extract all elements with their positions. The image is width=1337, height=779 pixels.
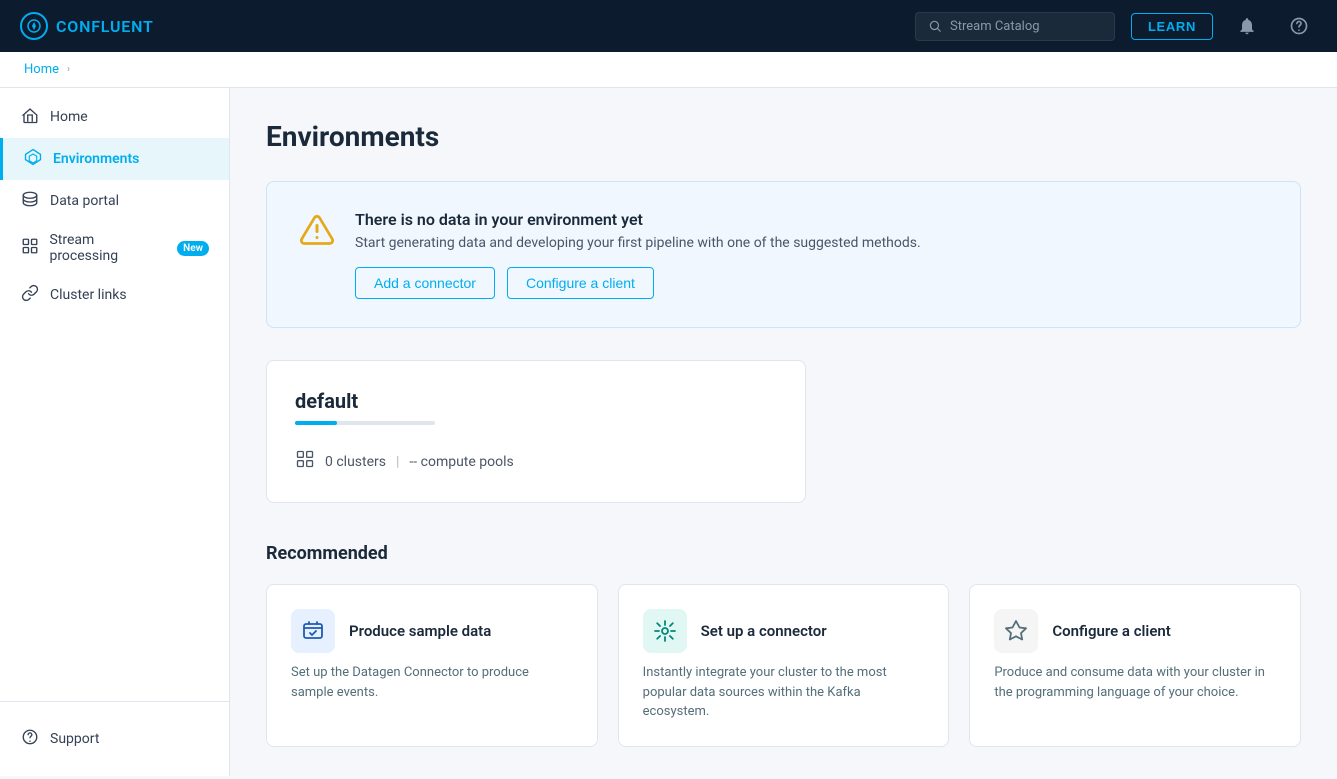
configure-client-icon xyxy=(994,609,1038,653)
environments-icon xyxy=(23,148,43,170)
cluster-icon xyxy=(295,449,315,474)
search-icon xyxy=(928,19,942,33)
sidebar-bottom: Support xyxy=(0,710,229,768)
learn-button[interactable]: LEARN xyxy=(1131,13,1213,40)
notice-actions: Add a connector Configure a client xyxy=(355,267,921,299)
notice-desc: Start generating data and developing you… xyxy=(355,235,921,251)
rec-card-desc-1: Set up the Datagen Connector to produce … xyxy=(291,663,573,702)
configure-client-button[interactable]: Configure a client xyxy=(507,267,654,299)
notifications-button[interactable] xyxy=(1229,12,1265,40)
rec-card-header-2: Set up a connector xyxy=(643,609,925,653)
page-title: Environments xyxy=(266,120,1301,153)
stream-catalog-search[interactable]: Stream Catalog xyxy=(915,12,1115,41)
stream-processing-badge: New xyxy=(177,241,209,256)
main-content: Environments There is no data in your en… xyxy=(230,88,1337,779)
data-portal-icon xyxy=(20,190,40,212)
home-icon xyxy=(20,106,40,128)
environment-card[interactable]: default 0 clusters | -- compute pools xyxy=(266,360,806,503)
connector-icon xyxy=(643,609,687,653)
sidebar-item-stream-processing[interactable]: Stream processing New xyxy=(0,222,229,274)
add-connector-button[interactable]: Add a connector xyxy=(355,267,495,299)
env-card-bar-fill xyxy=(295,421,337,425)
rec-card-configure-client[interactable]: Configure a client Produce and consume d… xyxy=(969,584,1301,747)
search-placeholder: Stream Catalog xyxy=(950,19,1040,34)
rec-card-produce-sample[interactable]: Produce sample data Set up the Datagen C… xyxy=(266,584,598,747)
logo-icon xyxy=(20,12,48,40)
produce-sample-icon xyxy=(291,609,335,653)
sidebar-item-environments[interactable]: Environments xyxy=(0,138,229,180)
rec-card-title-3: Configure a client xyxy=(1052,622,1170,640)
sidebar-item-support[interactable]: Support xyxy=(0,718,229,760)
breadcrumb-bar: Home › xyxy=(0,52,1337,88)
rec-card-desc-3: Produce and consume data with your clust… xyxy=(994,663,1276,702)
sidebar-label-data-portal: Data portal xyxy=(50,193,119,209)
rec-card-title-2: Set up a connector xyxy=(701,622,827,640)
help-button[interactable] xyxy=(1281,12,1317,40)
breadcrumb-sep: › xyxy=(67,64,70,75)
rec-card-header-3: Configure a client xyxy=(994,609,1276,653)
env-clusters: 0 clusters xyxy=(325,454,386,470)
logo-text: CONFLUENT xyxy=(56,17,154,36)
rec-card-connector[interactable]: Set up a connector Instantly integrate y… xyxy=(618,584,950,747)
cluster-links-icon xyxy=(20,284,40,306)
sidebar-label-support: Support xyxy=(50,731,99,747)
sidebar-nav: Home Environments xyxy=(0,96,229,693)
sidebar-label-stream-processing: Stream processing xyxy=(49,232,163,264)
warning-icon xyxy=(299,212,335,255)
recommended-title: Recommended xyxy=(266,543,1301,564)
notice-banner: There is no data in your environment yet… xyxy=(266,181,1301,328)
notice-title: There is no data in your environment yet xyxy=(355,210,921,229)
sidebar-item-data-portal[interactable]: Data portal xyxy=(0,180,229,222)
rec-card-title-1: Produce sample data xyxy=(349,622,491,640)
sidebar-divider xyxy=(0,701,229,702)
sidebar-item-cluster-links[interactable]: Cluster links xyxy=(0,274,229,316)
sidebar-label-environments: Environments xyxy=(53,151,139,167)
env-card-bar xyxy=(295,421,435,425)
sidebar-item-home[interactable]: Home xyxy=(0,96,229,138)
meta-separator: | xyxy=(396,454,399,470)
logo[interactable]: CONFLUENT xyxy=(20,12,154,40)
sidebar-label-home: Home xyxy=(50,109,88,125)
breadcrumb-home[interactable]: Home xyxy=(24,62,59,77)
support-icon xyxy=(20,728,40,750)
env-card-meta: 0 clusters | -- compute pools xyxy=(295,449,777,474)
help-circle-icon xyxy=(1289,16,1309,36)
bell-icon xyxy=(1237,16,1257,36)
stream-processing-icon xyxy=(20,237,39,259)
notice-body: There is no data in your environment yet… xyxy=(355,210,921,299)
sidebar-label-cluster-links: Cluster links xyxy=(50,287,127,303)
env-compute-pools: -- compute pools xyxy=(409,454,513,470)
recommended-section: Recommended Produce sample d xyxy=(266,543,1301,747)
sidebar: Home Environments xyxy=(0,88,230,776)
rec-card-header-1: Produce sample data xyxy=(291,609,573,653)
recommended-grid: Produce sample data Set up the Datagen C… xyxy=(266,584,1301,747)
topnav: CONFLUENT Stream Catalog LEARN xyxy=(0,0,1337,52)
env-card-name: default xyxy=(295,389,777,413)
rec-card-desc-2: Instantly integrate your cluster to the … xyxy=(643,663,925,722)
